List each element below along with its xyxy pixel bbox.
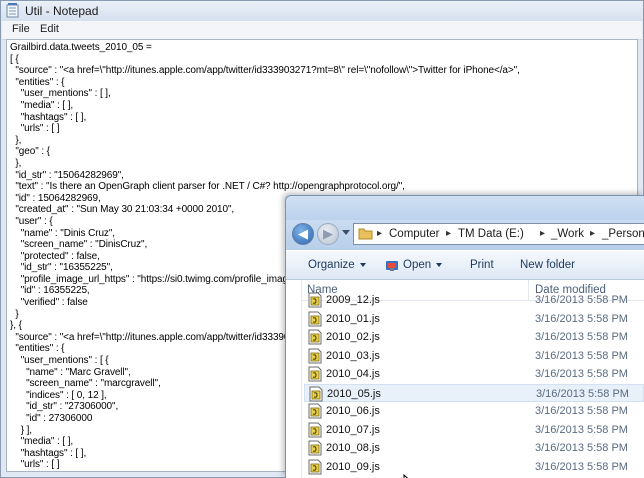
file-list: Name Date modified 2009_12.js 3/16/2013 5… <box>302 280 644 478</box>
file-name: 2010_02.js <box>326 331 380 343</box>
address-bar[interactable]: ▸ Computer ▸ TM Data (E:) ▸ _Work ▸ _Per… <box>353 223 644 245</box>
breadcrumb-separator-icon[interactable]: ▸ <box>377 228 382 239</box>
file-row[interactable]: 2010_03.js 3/16/2013 5:58 PM <box>304 347 644 366</box>
explorer-address-row: ◀ ▶ ▸ Computer ▸ TM Data (E:) ▸ _Work ▸ … <box>286 220 644 250</box>
file-name: 2010_03.js <box>326 349 380 362</box>
navigation-pane[interactable] <box>286 280 302 478</box>
js-file-icon <box>308 292 322 308</box>
notepad-line: }, <box>10 157 22 169</box>
file-date-modified: 3/16/2013 5:58 PM <box>535 368 628 380</box>
notepad-line: "hashtags" : [ ], <box>10 111 87 123</box>
notepad-icon <box>6 3 19 18</box>
notepad-line: "geo" : { <box>10 146 50 158</box>
notepad-title: Util - Notepad <box>25 4 99 18</box>
notepad-line: "urls" : [ ] <box>10 123 60 135</box>
js-file-icon <box>308 459 322 474</box>
file-name: 2010_04.js <box>326 368 380 380</box>
command-bar: Organize Open Print New folder <box>286 250 644 280</box>
file-date-modified: 3/16/2013 5:58 PM <box>535 294 628 306</box>
file-name: 2010_08.js <box>326 442 380 454</box>
notepad-line: Grailbird.data.tweets_2010_05 = <box>10 42 152 53</box>
file-date-modified: 3/16/2013 5:58 PM <box>535 442 628 454</box>
notepad-line: "user_mentions" : [ ], <box>10 88 111 100</box>
notepad-menu-bar: File Edit <box>2 21 642 40</box>
breadcrumb-work[interactable]: _Work <box>551 228 584 240</box>
file-date-modified: 3/16/2013 5:58 PM <box>535 460 628 473</box>
file-date-modified: 3/16/2013 5:58 PM <box>535 331 628 343</box>
file-name: 2010_01.js <box>326 312 380 325</box>
js-file-icon <box>308 422 322 437</box>
notepad-line: [ { <box>10 53 19 65</box>
breadcrumb-tm-data[interactable]: TM Data (E:) <box>458 228 524 240</box>
js-file-icon <box>308 366 322 382</box>
notepad-line: "source" : "<a href=\"http://itunes.appl… <box>10 65 520 77</box>
file-row[interactable]: 2010_08.js 3/16/2013 5:58 PM <box>304 439 644 458</box>
forward-button[interactable]: ▶ <box>317 223 339 245</box>
js-file-icon <box>308 403 322 419</box>
chevron-down-icon <box>359 262 366 267</box>
explorer-title-bar[interactable] <box>286 196 644 220</box>
organize-label: Organize <box>308 259 355 271</box>
file-row[interactable]: 2010_09.js 3/16/2013 5:58 PM <box>304 458 644 477</box>
folder-icon <box>358 228 373 240</box>
open-with-icon <box>386 261 398 271</box>
file-date-modified: 3/16/2013 5:58 PM <box>535 349 628 362</box>
breadcrumb-computer[interactable]: Computer <box>389 228 440 240</box>
explorer-window: ◀ ▶ ▸ Computer ▸ TM Data (E:) ▸ _Work ▸ … <box>285 195 644 478</box>
notepad-line: }, <box>10 134 22 146</box>
forward-arrow-icon: ▶ <box>323 226 333 241</box>
new-folder-button[interactable]: New folder <box>520 259 575 271</box>
file-date-modified: 3/16/2013 5:58 PM <box>535 405 628 417</box>
organize-button[interactable]: Organize <box>308 259 366 271</box>
file-date-modified: 3/16/2013 5:58 PM <box>535 312 628 325</box>
file-row[interactable]: 2009_12.js 3/16/2013 5:58 PM <box>304 291 644 310</box>
file-row[interactable]: 2010_04.js 3/16/2013 5:58 PM <box>304 365 644 384</box>
file-row[interactable]: 2010_01.js 3/16/2013 5:58 PM <box>304 310 644 329</box>
file-row[interactable]: 2010_06.js 3/16/2013 5:58 PM <box>304 402 644 421</box>
back-button[interactable]: ◀ <box>292 223 314 245</box>
file-name: 2010_05.js <box>327 387 381 400</box>
breadcrumb-separator-icon[interactable]: ▸ <box>540 228 545 239</box>
js-file-icon <box>308 440 322 456</box>
open-button[interactable]: Open <box>403 259 443 271</box>
breadcrumb-separator-icon[interactable]: ▸ <box>446 228 451 239</box>
breadcrumb-personal[interactable]: _Personal <box>602 228 644 240</box>
file-row[interactable]: 2010_07.js 3/16/2013 5:58 PM <box>304 421 644 440</box>
file-name: 2010_09.js <box>326 460 380 473</box>
notepad-line: "media" : [ ], <box>10 99 74 111</box>
file-name: 2009_12.js <box>326 294 380 306</box>
notepad-line: "id_str" : "15064282969", <box>10 169 124 181</box>
back-arrow-icon: ◀ <box>298 226 308 241</box>
js-file-icon <box>308 348 322 363</box>
menu-file[interactable]: File <box>12 23 30 35</box>
mouse-pointer-icon <box>403 474 409 478</box>
file-name: 2010_07.js <box>326 423 380 436</box>
js-file-icon <box>308 311 322 326</box>
js-file-icon <box>308 329 322 345</box>
file-name: 2010_06.js <box>326 405 380 417</box>
file-date-modified: 3/16/2013 5:58 PM <box>535 423 628 436</box>
print-button[interactable]: Print <box>470 259 494 271</box>
file-row[interactable]: 2010_05.js 3/16/2013 5:58 PM <box>304 383 644 402</box>
menu-edit[interactable]: Edit <box>40 23 59 35</box>
js-file-icon <box>309 386 323 401</box>
recent-pages-dropdown-icon[interactable] <box>342 230 350 235</box>
open-label: Open <box>403 259 432 271</box>
file-row[interactable]: 2010_02.js 3/16/2013 5:58 PM <box>304 328 644 347</box>
notepad-line: "entities" : { <box>10 76 65 88</box>
notepad-title-bar[interactable]: Util - Notepad <box>1 1 643 21</box>
chevron-down-icon <box>436 262 443 267</box>
notepad-line: "text" : "Is there an OpenGraph client p… <box>10 181 405 193</box>
breadcrumb-separator-icon[interactable]: ▸ <box>590 228 595 239</box>
file-date-modified: 3/16/2013 5:58 PM <box>536 387 629 400</box>
